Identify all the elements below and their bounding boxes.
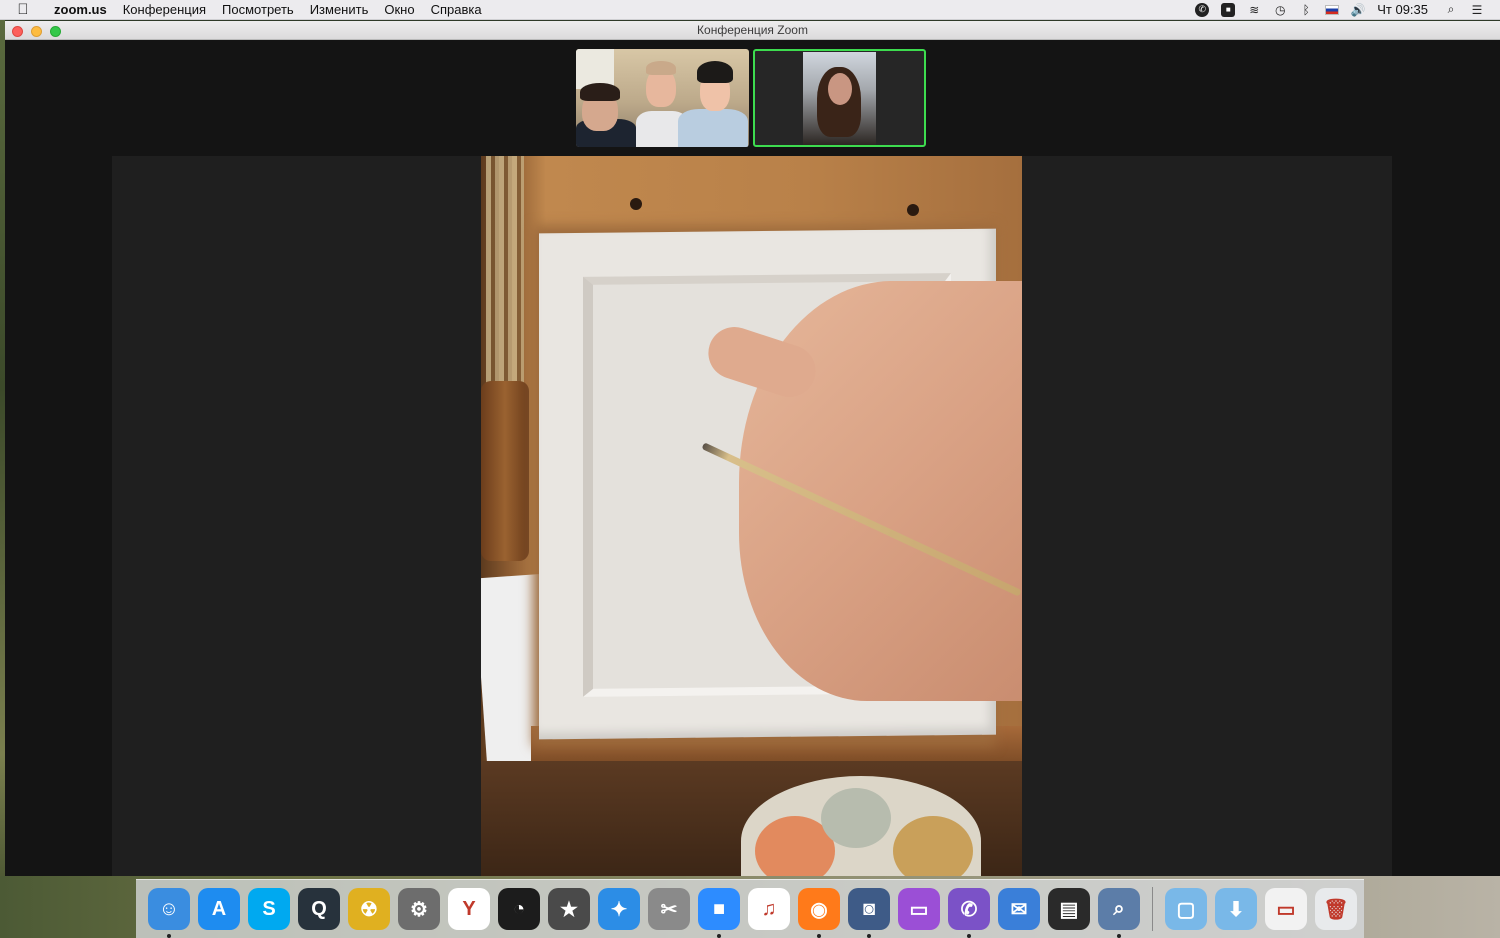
menu-edit[interactable]: Изменить (302, 2, 377, 17)
mail-icon[interactable]: ✉ (998, 888, 1040, 930)
firefox-icon[interactable]: ◉ (798, 888, 840, 938)
main-video-stage[interactable] (112, 156, 1392, 876)
menu-conference[interactable]: Конференция (115, 2, 214, 17)
monitor-app-icon[interactable]: ▭ (898, 888, 940, 930)
quicktime-icon[interactable]: Q (298, 888, 340, 930)
palette-well (821, 788, 891, 848)
menu-clock[interactable]: Чт 09:35 (1377, 2, 1428, 17)
volume-icon[interactable]: 🔊 (1351, 3, 1366, 17)
participant-video-frame (576, 49, 749, 147)
running-indicator (167, 934, 171, 938)
viber-icon[interactable]: ✆ (948, 888, 990, 938)
image-viewer-icon[interactable]: ⌕ (1098, 888, 1140, 938)
menu-window[interactable]: Окно (376, 2, 422, 17)
viber-status-icon[interactable]: ✆ (1195, 2, 1210, 17)
imovie-icon[interactable]: ★ (548, 888, 590, 930)
apple-menu-icon[interactable]:  (0, 1, 46, 18)
video-person (646, 61, 676, 75)
main-video-feed (481, 156, 1022, 876)
yandex-browser-icon[interactable]: Y (448, 888, 490, 930)
running-indicator (967, 934, 971, 938)
video-person (580, 83, 620, 101)
printer-icon[interactable]: ▤ (1048, 888, 1090, 930)
running-indicator (717, 934, 721, 938)
preview-icon[interactable]: ✂ (648, 888, 690, 930)
menu-bar:  zoom.us Конференция Посмотреть Изменит… (0, 0, 1500, 20)
video-brush-pot (481, 381, 529, 561)
video-person (828, 73, 852, 105)
menu-extras: ✆ ■ ≋ ◷ ᛒ 🔊 Чт 09:35 ⌕ ☰ (1189, 2, 1500, 17)
zoom-status-icon[interactable]: ■ (1221, 2, 1236, 17)
wifi-icon[interactable]: ≋ (1247, 3, 1261, 17)
window-titlebar[interactable]: Конференция Zoom (5, 21, 1500, 40)
system-preferences-icon[interactable]: ⚙ (398, 888, 440, 930)
notification-center-icon[interactable]: ☰ (1470, 3, 1484, 17)
image-capture-icon[interactable]: ◙ (848, 888, 890, 938)
zoom-window: Конференция Zoom (5, 21, 1500, 876)
trash-icon[interactable]: 🗑 (1315, 888, 1357, 930)
menu-help[interactable]: Справка (423, 2, 490, 17)
time-machine-icon[interactable]: ◷ (1273, 3, 1287, 17)
radiation-app-icon[interactable]: ☢ (348, 888, 390, 930)
running-indicator (1117, 934, 1121, 938)
finder-icon[interactable]: ☺ (148, 888, 190, 938)
video-brushes (486, 156, 524, 386)
video-easel-screw (907, 204, 919, 216)
active-speaker-thumbnail[interactable] (753, 49, 926, 147)
firefox-stack-icon[interactable]: ▭ (1265, 888, 1307, 930)
downloads-folder-icon[interactable]: ⬇ (1215, 888, 1257, 930)
running-indicator (817, 934, 821, 938)
zoom-icon[interactable]: ■ (698, 888, 740, 938)
menu-app-name[interactable]: zoom.us (46, 2, 115, 17)
documents-folder-icon[interactable]: ▢ (1165, 888, 1207, 930)
app-store-icon[interactable]: A (198, 888, 240, 930)
participant-video-thumbnail[interactable] (576, 49, 749, 147)
dock: ☺ A S Q ☢ ⚙ Y ◔ ★ ✦ ✂ ■ ♫ ◉ ◙ ▭ ✆ ✉ ▤ ⌕ ▢ ⬇ ▭ 🗑 (136, 879, 1364, 938)
bluetooth-icon[interactable]: ᛒ (1299, 3, 1313, 17)
safari-icon[interactable]: ✦ (598, 888, 640, 930)
video-person (697, 61, 733, 83)
menu-view[interactable]: Посмотреть (214, 2, 302, 17)
spotlight-search-icon[interactable]: ⌕ (1444, 2, 1458, 17)
running-indicator (867, 934, 871, 938)
dock-separator (1152, 887, 1153, 931)
itunes-icon[interactable]: ♫ (748, 888, 790, 930)
video-person (678, 109, 748, 147)
input-source-flag-icon[interactable] (1325, 4, 1340, 15)
dashboard-icon[interactable]: ◔ (498, 888, 540, 930)
skype-icon[interactable]: S (248, 888, 290, 930)
palette-well (893, 816, 973, 876)
video-easel-screw (630, 198, 642, 210)
window-title: Конференция Zoom (697, 23, 808, 37)
